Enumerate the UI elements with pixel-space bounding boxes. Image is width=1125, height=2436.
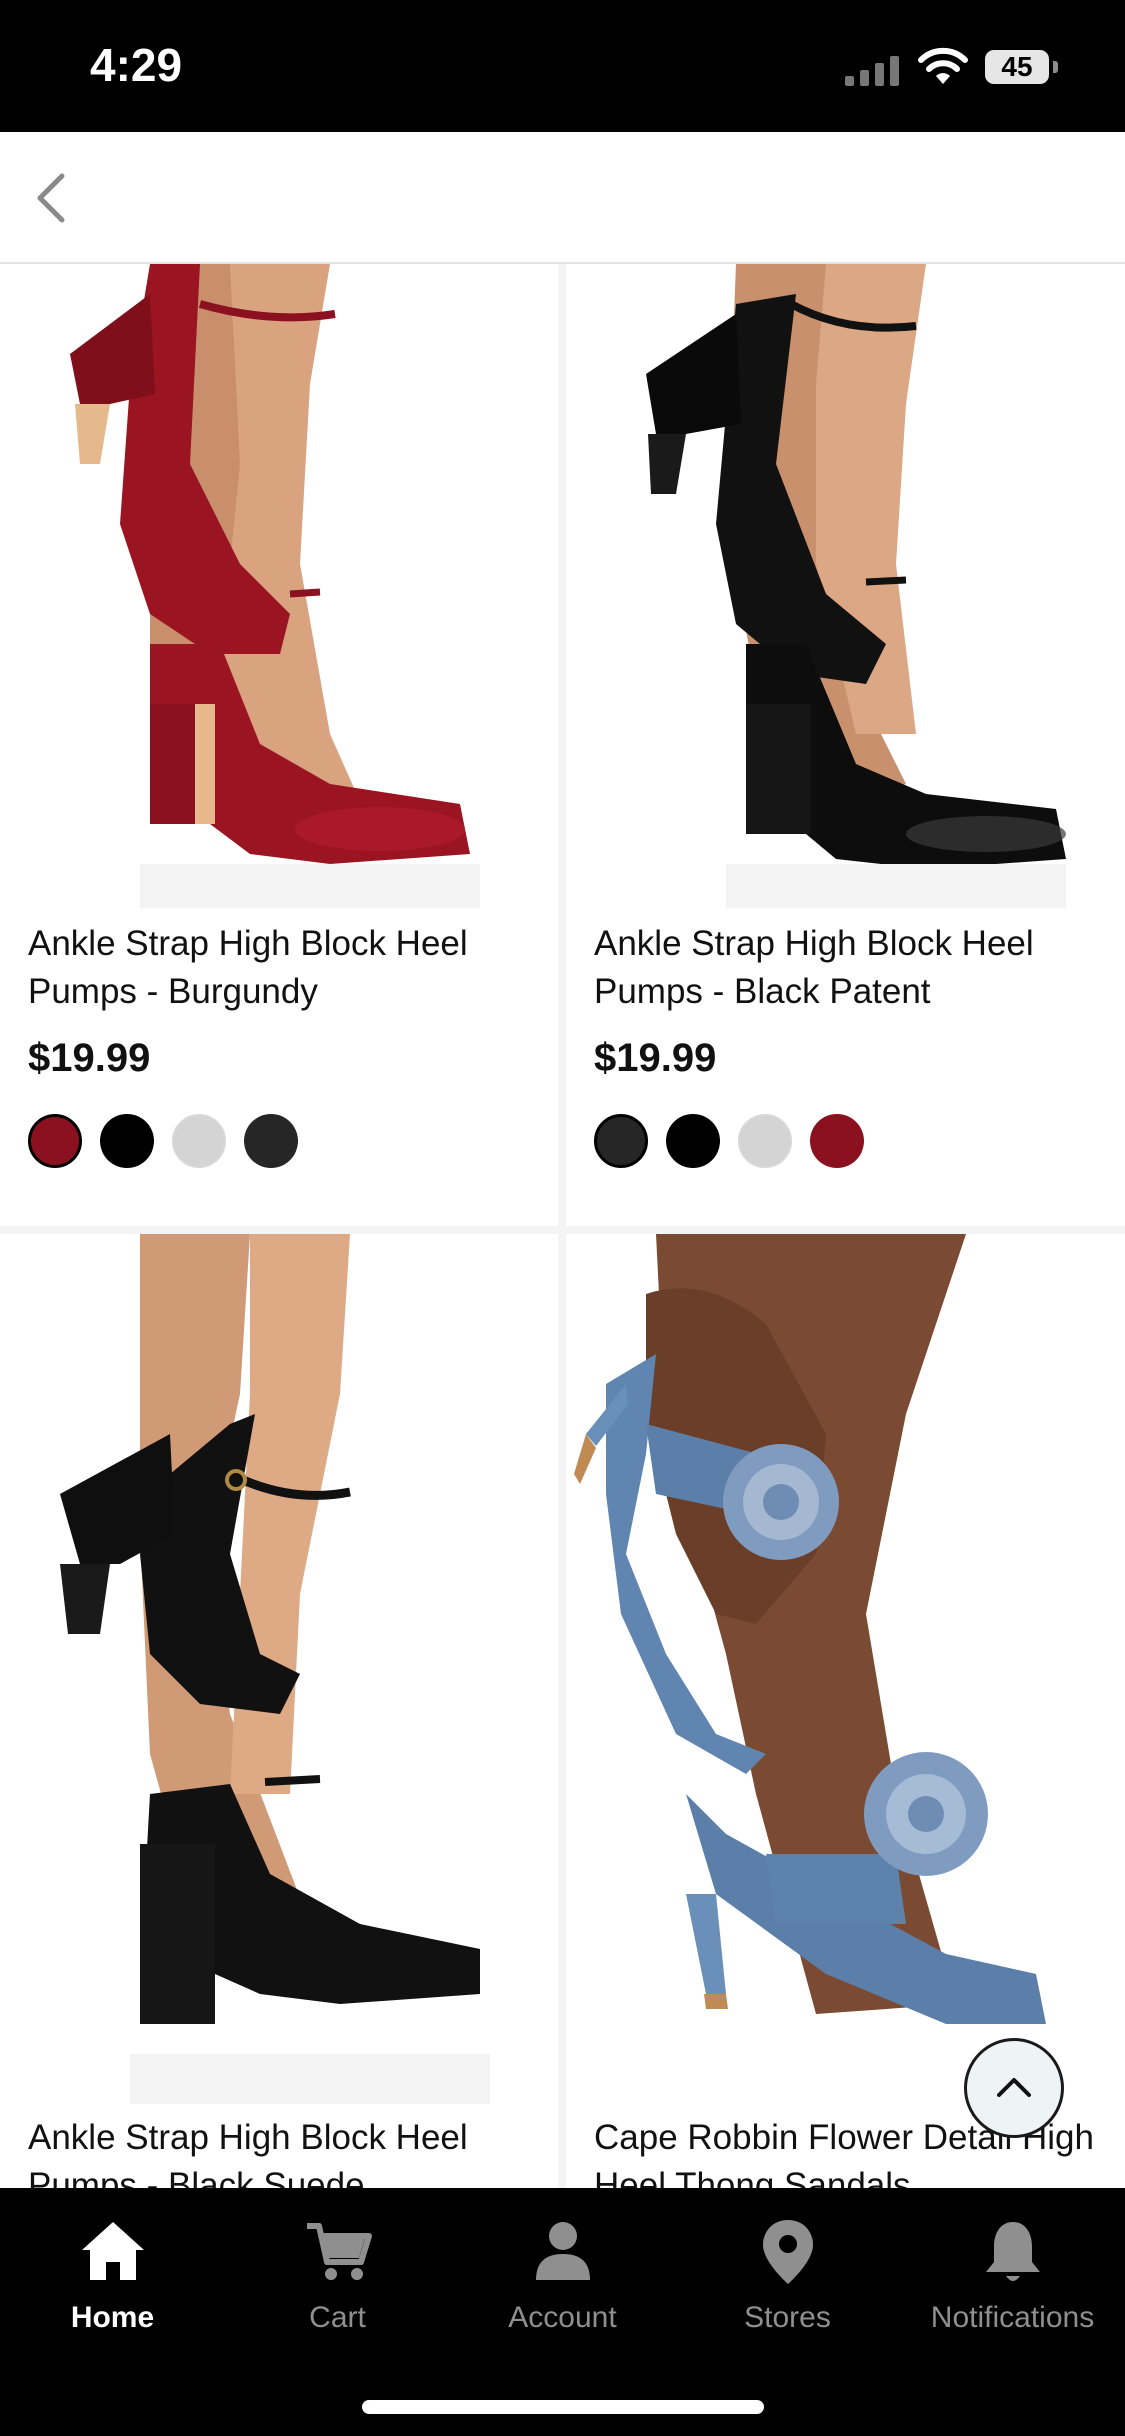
swatch-black[interactable] [100, 1114, 154, 1168]
home-icon [82, 2222, 144, 2280]
scroll-to-top-button[interactable] [964, 2038, 1064, 2138]
product-image[interactable] [0, 264, 558, 908]
status-bar: 4:29 45 [0, 0, 1125, 132]
chevron-up-icon [997, 2078, 1031, 2097]
color-swatches [594, 1114, 894, 1172]
status-icons: 45 [845, 46, 1085, 86]
product-image[interactable] [0, 1234, 558, 2104]
swatch-light-gray[interactable] [738, 1114, 792, 1168]
tab-label: Home [70, 2301, 155, 2334]
tab-label: Account [508, 2301, 617, 2334]
home-indicator [362, 2400, 764, 2414]
tab-home[interactable]: Home [0, 2206, 225, 2346]
burgundy-pump-image [0, 264, 558, 908]
denim-flower-sandal-image [566, 1234, 1125, 2104]
status-time: 4:29 [90, 39, 183, 91]
tab-account[interactable]: Account [450, 2206, 675, 2346]
cart-icon [307, 2223, 372, 2280]
product-title[interactable]: Ankle Strap High Block Heel Pumps - Burg… [28, 920, 548, 1016]
product-card[interactable]: Ankle Strap High Block Heel Pumps - Blac… [0, 1234, 558, 2188]
swatch-burgundy[interactable] [28, 1114, 82, 1168]
swatch-burgundy[interactable] [810, 1114, 864, 1168]
cellular-signal-icon [845, 56, 899, 86]
swatch-light-gray[interactable] [172, 1114, 226, 1168]
product-card[interactable]: Ankle Strap High Block Heel Pumps - Blac… [566, 264, 1125, 1226]
tab-label: Cart [309, 2301, 366, 2334]
tab-label: Stores [744, 2301, 831, 2334]
tab-cart[interactable]: Cart [225, 2206, 450, 2346]
product-image[interactable] [566, 1234, 1125, 2104]
tab-label: Notifications [930, 2301, 1095, 2334]
swatch-black[interactable] [666, 1114, 720, 1168]
black-patent-pump-image [566, 264, 1125, 908]
bell-icon [986, 2222, 1040, 2281]
product-title[interactable]: Ankle Strap High Block Heel Pumps - Blac… [594, 920, 1114, 1016]
bottom-tab-bar: Home Cart Account Stores Notifications [0, 2188, 1125, 2436]
account-icon [536, 2222, 590, 2280]
nav-header [0, 132, 1125, 264]
swatch-dark-gray[interactable] [594, 1114, 648, 1168]
back-chevron-icon[interactable] [20, 162, 90, 234]
product-card[interactable]: Ankle Strap High Block Heel Pumps - Burg… [0, 264, 558, 1226]
battery-icon: 45 [985, 50, 1049, 84]
product-image[interactable] [566, 264, 1125, 908]
tab-notifications[interactable]: Notifications [900, 2206, 1125, 2346]
swatch-dark-gray[interactable] [244, 1114, 298, 1168]
product-price: $19.99 [594, 1036, 717, 1080]
wifi-icon [918, 47, 968, 84]
product-grid: Ankle Strap High Block Heel Pumps - Burg… [0, 264, 1125, 2188]
color-swatches [28, 1114, 328, 1172]
product-title[interactable]: Ankle Strap High Block Heel Pumps - Blac… [28, 2114, 548, 2188]
product-price: $19.99 [28, 1036, 151, 1080]
tab-stores[interactable]: Stores [675, 2206, 900, 2346]
location-pin-icon [763, 2220, 813, 2284]
battery-tip [1053, 61, 1058, 73]
black-suede-pump-image [0, 1234, 558, 2104]
